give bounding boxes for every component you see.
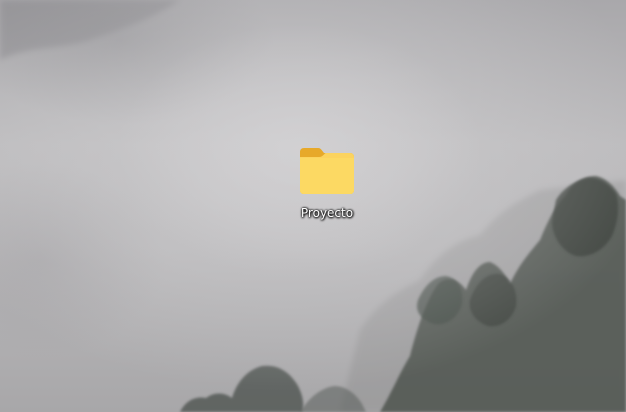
folder-icon bbox=[300, 148, 354, 194]
desktop-icon-label: Proyecto bbox=[300, 206, 354, 220]
desktop-background[interactable]: Proyecto bbox=[0, 0, 626, 412]
desktop-icon-proyecto[interactable]: Proyecto bbox=[288, 146, 366, 232]
